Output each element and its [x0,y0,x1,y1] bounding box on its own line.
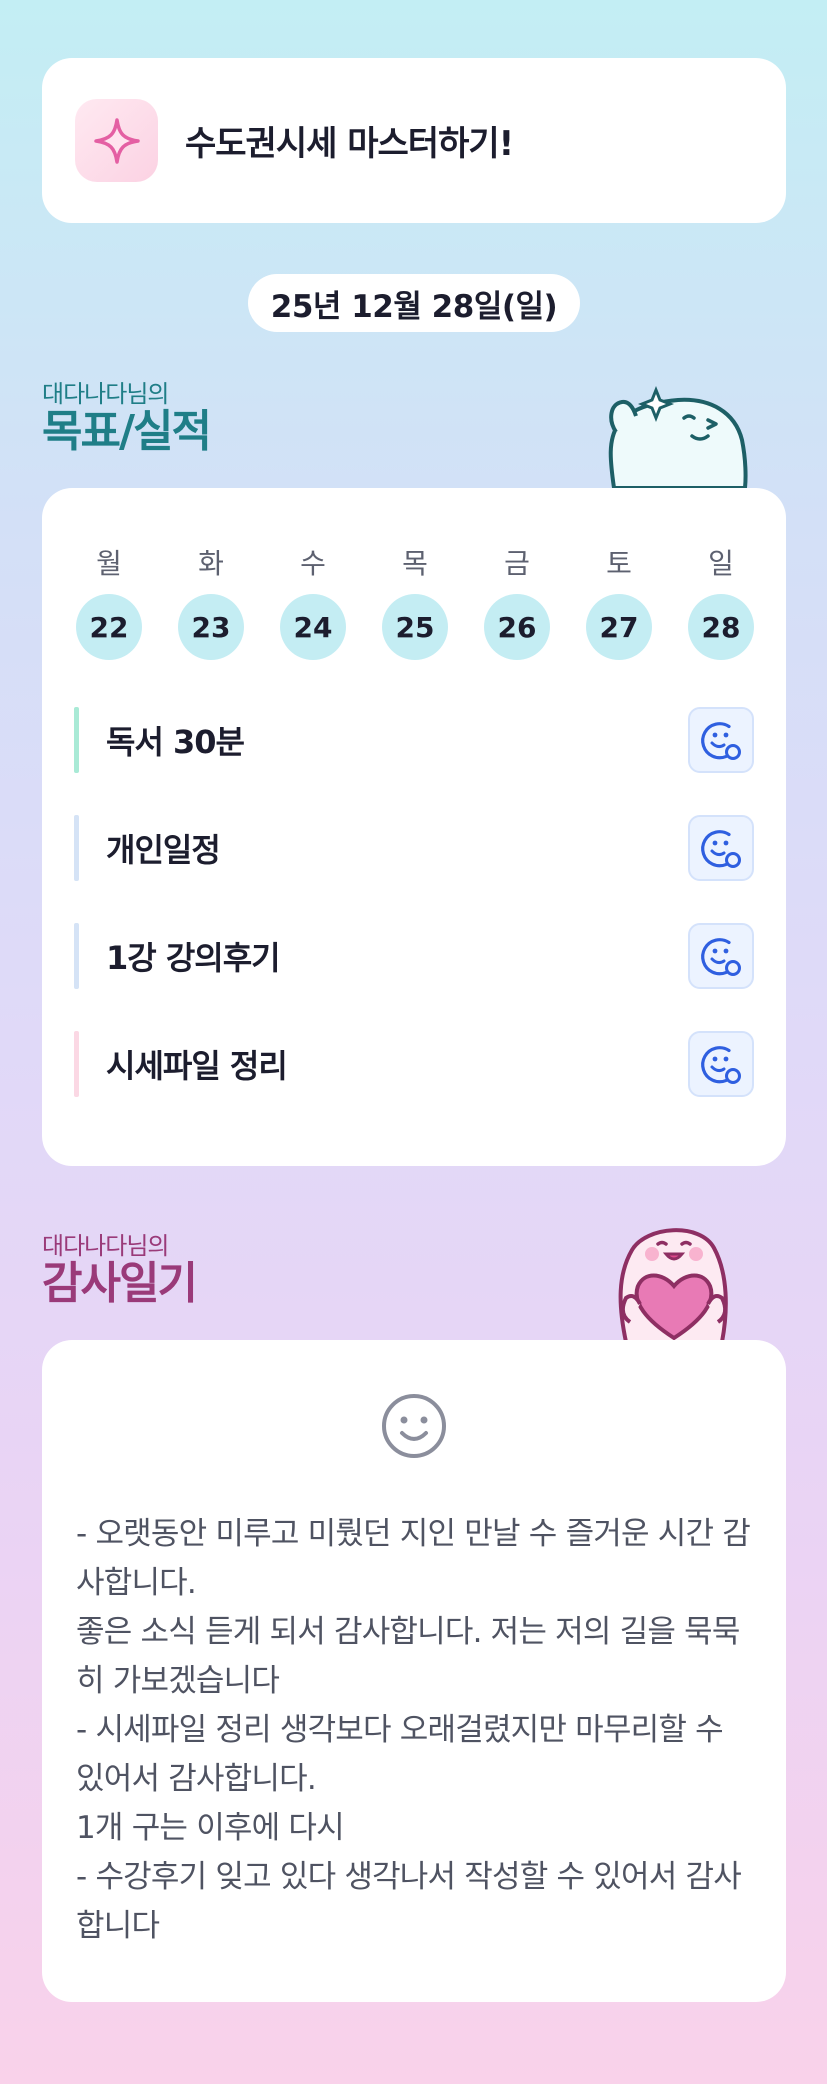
day-label: 화 [198,547,224,580]
goal-label: 개인일정 [106,831,221,869]
add-reaction-icon [701,1046,741,1084]
goals-section-label: 대다나다님의 목표/실적 [42,374,212,457]
journal-line: - 수강후기 잊고 있다 생각나서 작성할 수 있어서 감사합니다 [76,1859,742,1944]
day-sun[interactable]: 일 28 [688,542,754,660]
mascot-heart-illustration [596,1214,756,1346]
day-thu[interactable]: 목 25 [382,542,448,660]
journal-line: 1개 구는 이후에 다시 [76,1810,345,1846]
mascot-illustration [600,360,760,494]
day-number: 25 [382,594,448,660]
day-number: 27 [586,594,652,660]
date-pill[interactable]: 25년 12월 28일(일) [248,274,580,332]
goal-color-bar [74,923,79,989]
day-wed[interactable]: 수 24 [280,542,346,660]
journal-line: 좋은 소식 듣게 되서 감사합니다. 저는 저의 길을 묵묵히 가보겠습니다 [76,1614,740,1699]
goal-item[interactable]: 독서 30분 [74,707,754,773]
sparkle-icon [75,99,158,182]
goal-color-bar [74,1031,79,1097]
journal-entry-text: - 오랫동안 미루고 미뤘던 지인 만날 수 즐거운 시간 감사합니다. 좋은 … [76,1510,756,1951]
goal-label: 1강 강의후기 [106,939,281,977]
day-label: 수 [300,547,326,580]
day-number: 23 [178,594,244,660]
day-tue[interactable]: 화 23 [178,542,244,660]
goals-section-subtitle: 대다나다님의 [42,380,169,408]
day-label: 월 [96,547,122,580]
day-number: 22 [76,594,142,660]
add-reaction-button[interactable] [688,1031,754,1097]
goals-section-title: 목표/실적 [42,406,212,457]
goal-color-bar [74,707,79,773]
thanks-section-label: 대다나다님의 감사일기 [42,1226,198,1309]
thanks-section-title: 감사일기 [42,1258,198,1309]
day-label: 일 [708,547,734,580]
day-mon[interactable]: 월 22 [76,542,142,660]
day-fri[interactable]: 금 26 [484,542,550,660]
goal-label: 시세파일 정리 [106,1047,288,1085]
add-reaction-icon [701,830,741,868]
goal-item[interactable]: 시세파일 정리 [74,1031,754,1097]
journal-line: - 오랫동안 미루고 미뤘던 지인 만날 수 즐거운 시간 감사합니다. [76,1516,751,1601]
add-reaction-icon [701,938,741,976]
day-sat[interactable]: 토 27 [586,542,652,660]
add-reaction-button[interactable] [688,923,754,989]
add-reaction-icon [701,722,741,760]
gratitude-journal-card[interactable]: - 오랫동안 미루고 미뤘던 지인 만날 수 즐거운 시간 감사합니다. 좋은 … [42,1340,786,2002]
journal-line: - 시세파일 정리 생각보다 오래걸렸지만 마무리할 수 있어서 감사합니다. [76,1712,724,1797]
day-label: 목 [402,547,428,580]
add-reaction-button[interactable] [688,815,754,881]
smile-icon[interactable] [380,1392,448,1464]
thanks-section-subtitle: 대다나다님의 [42,1232,169,1260]
goal-item[interactable]: 1강 강의후기 [74,923,754,989]
goal-title: 수도권시세 마스터하기! [185,124,514,164]
day-label: 금 [504,547,530,580]
goal-label: 독서 30분 [106,723,245,761]
goals-card: 월 22 화 23 수 24 목 25 금 26 토 27 일 28 독서 30… [42,488,786,1166]
day-label: 토 [606,547,632,580]
add-reaction-button[interactable] [688,707,754,773]
day-number: 24 [280,594,346,660]
goal-header-card[interactable]: 수도권시세 마스터하기! [42,58,786,223]
goal-item[interactable]: 개인일정 [74,815,754,881]
day-number: 26 [484,594,550,660]
day-number: 28 [688,594,754,660]
goal-color-bar [74,815,79,881]
